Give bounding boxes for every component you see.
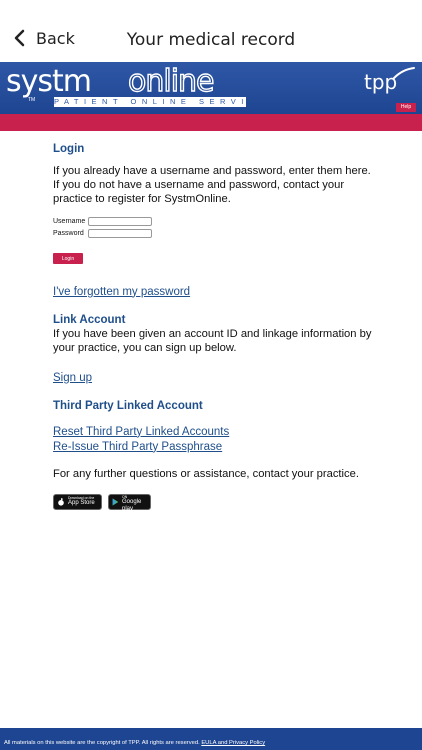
google-play-label: Google play [122, 498, 142, 512]
google-play-icon [112, 498, 119, 505]
google-play-small-text: ANDROID APP ON [122, 490, 146, 499]
app-store-badge[interactable]: Download on the App Store [53, 493, 102, 510]
link-account-text: If you have been given an account ID and… [53, 327, 372, 354]
link-account-heading: Link Account [53, 313, 126, 326]
sign-up-link[interactable]: Sign up [53, 372, 92, 384]
reset-third-party-link[interactable]: Reset Third Party Linked Accounts [53, 426, 229, 438]
third-party-heading: Third Party Linked Account [53, 399, 203, 412]
username-row: Username [53, 217, 373, 226]
password-label: Password [53, 230, 84, 237]
login-intro-register: If you do not have a username and passwo… [53, 179, 345, 205]
reissue-passphrase-link[interactable]: Re-Issue Third Party Passphrase [53, 441, 222, 453]
apple-icon [58, 497, 64, 506]
copyright-text: All materials on this website are the co… [4, 740, 200, 746]
accent-bar [0, 114, 422, 131]
login-button[interactable]: Login [53, 253, 83, 264]
forgot-password-link[interactable]: I've forgotten my password [53, 286, 190, 298]
tpp-swoosh-icon [393, 67, 415, 79]
page-title: Your medical record [126, 30, 296, 50]
assistance-text: For any further questions or assistance,… [53, 467, 359, 480]
username-label: Username [53, 218, 86, 225]
logo-trademark: TM [28, 97, 36, 103]
main-content: Login If you already have a username and… [53, 143, 373, 513]
password-row: Password [53, 229, 373, 238]
eula-privacy-link[interactable]: EULA and Privacy Policy [201, 740, 265, 746]
logo-subtitle: PATIENT ONLINE SERVICE [54, 97, 246, 107]
google-play-badge[interactable]: ANDROID APP ON Google play [108, 491, 151, 513]
login-intro-existing: If you already have a username and passw… [53, 165, 371, 177]
app-store-label: App Store [68, 500, 95, 506]
navigation-bar: Back Your medical record [0, 0, 422, 62]
username-input[interactable] [88, 217, 152, 226]
password-input[interactable] [88, 229, 152, 238]
app-store-text: Download on the App Store [68, 496, 95, 507]
google-play-text: ANDROID APP ON Google play [122, 491, 150, 513]
systmonline-logo: systm [6, 64, 92, 99]
login-heading: Login [53, 143, 85, 155]
footer [0, 728, 422, 750]
footer-text: All materials on this website are the co… [4, 740, 265, 746]
help-button[interactable]: Help [396, 103, 416, 112]
systmonline-logo-online: online [127, 64, 215, 99]
